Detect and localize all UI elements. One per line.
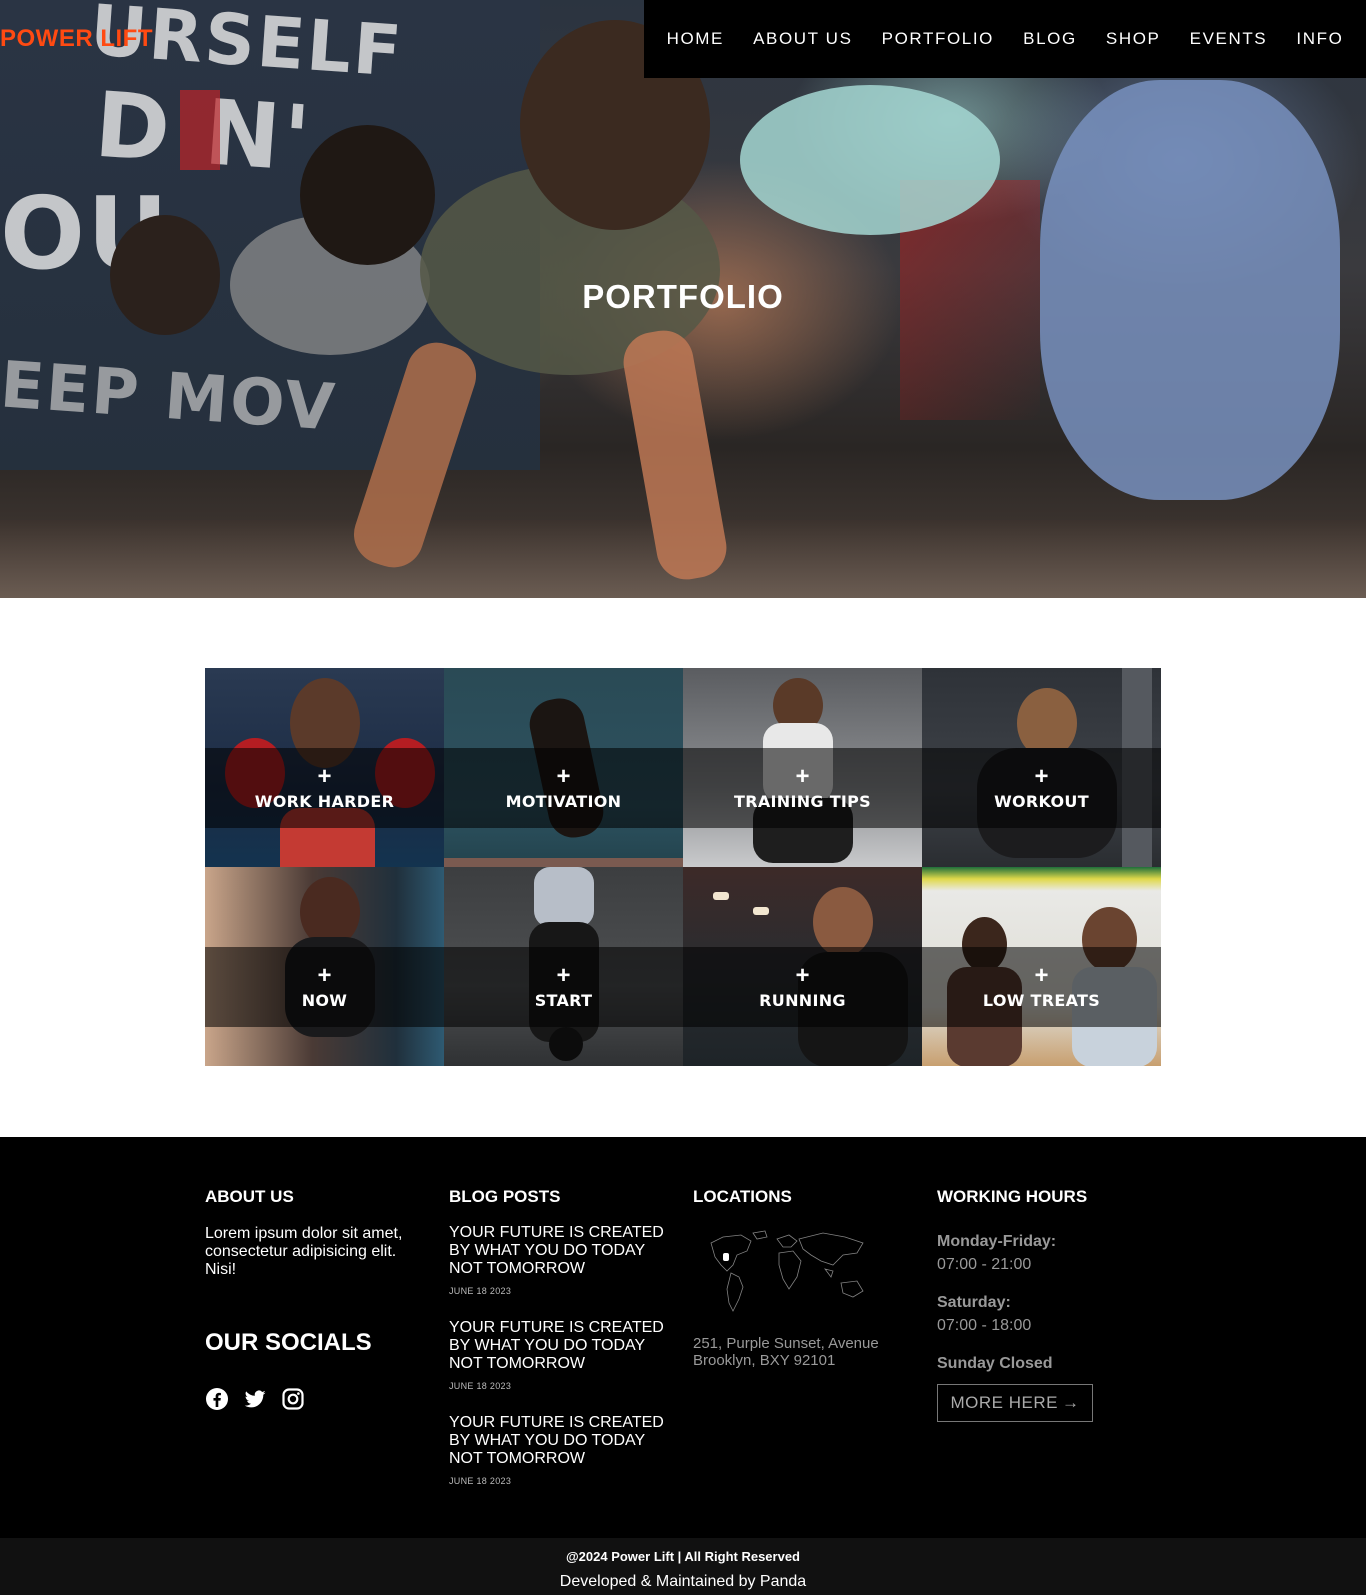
tile-overlay: + START <box>444 947 683 1027</box>
nav-blog[interactable]: BLOG <box>1023 29 1077 49</box>
blog-heading: BLOG POSTS <box>449 1187 561 1206</box>
tile-label: START <box>534 990 593 1010</box>
plus-icon: + <box>1034 762 1049 790</box>
world-map-graphic <box>710 1230 864 1312</box>
site-footer: ABOUT US Lorem ipsum dolor sit amet, con… <box>0 1137 1366 1538</box>
tile-overlay: + TRAINING TIPS <box>683 748 922 828</box>
ceiling-light-graphic <box>713 892 729 900</box>
plus-icon: + <box>317 961 332 989</box>
about-heading: ABOUT US <box>205 1187 294 1206</box>
wall-red-accent <box>180 90 220 170</box>
address-line-2: Brooklyn, BXY 92101 <box>693 1352 836 1369</box>
instagram-icon[interactable] <box>281 1387 305 1411</box>
nav-events[interactable]: EVENTS <box>1190 29 1268 49</box>
gallery-tile-training-tips[interactable]: + TRAINING TIPS <box>683 668 922 867</box>
nav-info[interactable]: INFO <box>1296 29 1343 49</box>
blog-post-date: JUNE 18 2023 <box>449 1286 512 1296</box>
tile-overlay: + MOTIVATION <box>444 748 683 828</box>
nav-home[interactable]: HOME <box>667 29 724 49</box>
more-here-button[interactable]: MORE HERE → <box>937 1384 1093 1422</box>
ceiling-light-graphic <box>753 907 769 915</box>
brand-logo[interactable]: POWER LIFT <box>0 25 153 53</box>
socials-heading: OUR SOCIALS <box>205 1329 372 1356</box>
plus-icon: + <box>556 762 571 790</box>
plus-icon: + <box>556 961 571 989</box>
blog-post[interactable]: YOUR FUTURE IS CREATED BY WHAT YOU DO TO… <box>449 1414 675 1486</box>
plus-icon: + <box>795 762 810 790</box>
plus-icon: + <box>317 762 332 790</box>
tile-label: RUNNING <box>759 990 846 1010</box>
tile-label: TRAINING TIPS <box>733 791 872 811</box>
kettlebell-graphic <box>549 1027 583 1061</box>
tile-label: WORK HARDER <box>254 791 395 811</box>
tile-label: NOW <box>301 990 348 1010</box>
about-text: Lorem ipsum dolor sit amet, consectetur … <box>205 1225 403 1278</box>
floor-line-graphic <box>444 858 683 867</box>
blog-post-date: JUNE 18 2023 <box>449 1381 512 1391</box>
athlete-head <box>300 125 435 265</box>
blog-post-title[interactable]: YOUR FUTURE IS CREATED BY WHAT YOU DO TO… <box>449 1224 675 1278</box>
blog-post-title[interactable]: YOUR FUTURE IS CREATED BY WHAT YOU DO TO… <box>449 1319 675 1373</box>
tile-overlay: + WORK HARDER <box>205 748 444 828</box>
tile-label: WORKOUT <box>994 791 1089 811</box>
arrow-right-icon: → <box>1061 1393 1080 1412</box>
gallery-tile-now[interactable]: + NOW <box>205 867 444 1066</box>
hero-banner: URSELF D N' OU EEP MOV POWER LIFT HOME A… <box>0 0 1366 598</box>
developer-credit: Developed & Maintained by Panda <box>559 1573 807 1590</box>
blog-post-date: JUNE 18 2023 <box>449 1476 512 1486</box>
gallery-tile-workout[interactable]: + WORKOUT <box>922 668 1161 867</box>
tile-label: LOW TREATS <box>982 990 1101 1010</box>
hours-heading: WORKING HOURS <box>937 1187 1088 1206</box>
facebook-icon[interactable] <box>205 1387 229 1411</box>
weekday-label: Monday-Friday: <box>937 1233 1057 1250</box>
tile-overlay: + WORKOUT <box>922 748 1161 828</box>
tile-overlay: + RUNNING <box>683 947 922 1027</box>
copyright-text: @2024 Power Lift | All Right Reserved <box>565 1549 800 1564</box>
tile-overlay: + NOW <box>205 947 444 1027</box>
portfolio-gallery: + WORK HARDER + MOTIVATION + TRAINING TI… <box>205 668 1161 1066</box>
locations-heading: LOCATIONS <box>693 1187 792 1206</box>
plus-icon: + <box>1034 961 1049 989</box>
social-links <box>205 1387 305 1411</box>
nav-shop[interactable]: SHOP <box>1106 29 1161 49</box>
athlete-head <box>110 215 220 335</box>
tile-label: MOTIVATION <box>505 791 622 811</box>
blog-post-title[interactable]: YOUR FUTURE IS CREATED BY WHAT YOU DO TO… <box>449 1414 675 1468</box>
athlete-top <box>740 85 1000 235</box>
nav-portfolio[interactable]: PORTFOLIO <box>882 29 994 49</box>
blog-post[interactable]: YOUR FUTURE IS CREATED BY WHAT YOU DO TO… <box>449 1319 675 1391</box>
gallery-tile-low-treats[interactable]: + LOW TREATS <box>922 867 1161 1066</box>
twitter-icon[interactable] <box>243 1387 267 1411</box>
main-nav: HOME ABOUT US PORTFOLIO BLOG SHOP EVENTS… <box>644 0 1366 78</box>
sunday-closed: Sunday Closed <box>937 1355 1053 1372</box>
gallery-tile-motivation[interactable]: + MOTIVATION <box>444 668 683 867</box>
saturday-label: Saturday: <box>937 1294 1011 1311</box>
blog-post[interactable]: YOUR FUTURE IS CREATED BY WHAT YOU DO TO… <box>449 1224 675 1296</box>
tile-photo-subject <box>534 867 594 927</box>
tile-overlay: + LOW TREATS <box>922 947 1161 1027</box>
nav-about-us[interactable]: ABOUT US <box>753 29 852 49</box>
plus-icon: + <box>795 961 810 989</box>
gallery-tile-running[interactable]: + RUNNING <box>683 867 922 1066</box>
more-here-label: MORE HERE <box>950 1393 1058 1412</box>
weekday-time: 07:00 - 21:00 <box>937 1256 1032 1273</box>
saturday-time: 07:00 - 18:00 <box>937 1317 1032 1334</box>
gallery-tile-start[interactable]: + START <box>444 867 683 1066</box>
page-title: PORTFOLIO <box>582 278 784 315</box>
gallery-tile-work-harder[interactable]: + WORK HARDER <box>205 668 444 867</box>
copyright-bar: @2024 Power Lift | All Right Reserved De… <box>0 1538 1366 1595</box>
address-line-1: 251, Purple Sunset, Avenue <box>693 1335 879 1352</box>
